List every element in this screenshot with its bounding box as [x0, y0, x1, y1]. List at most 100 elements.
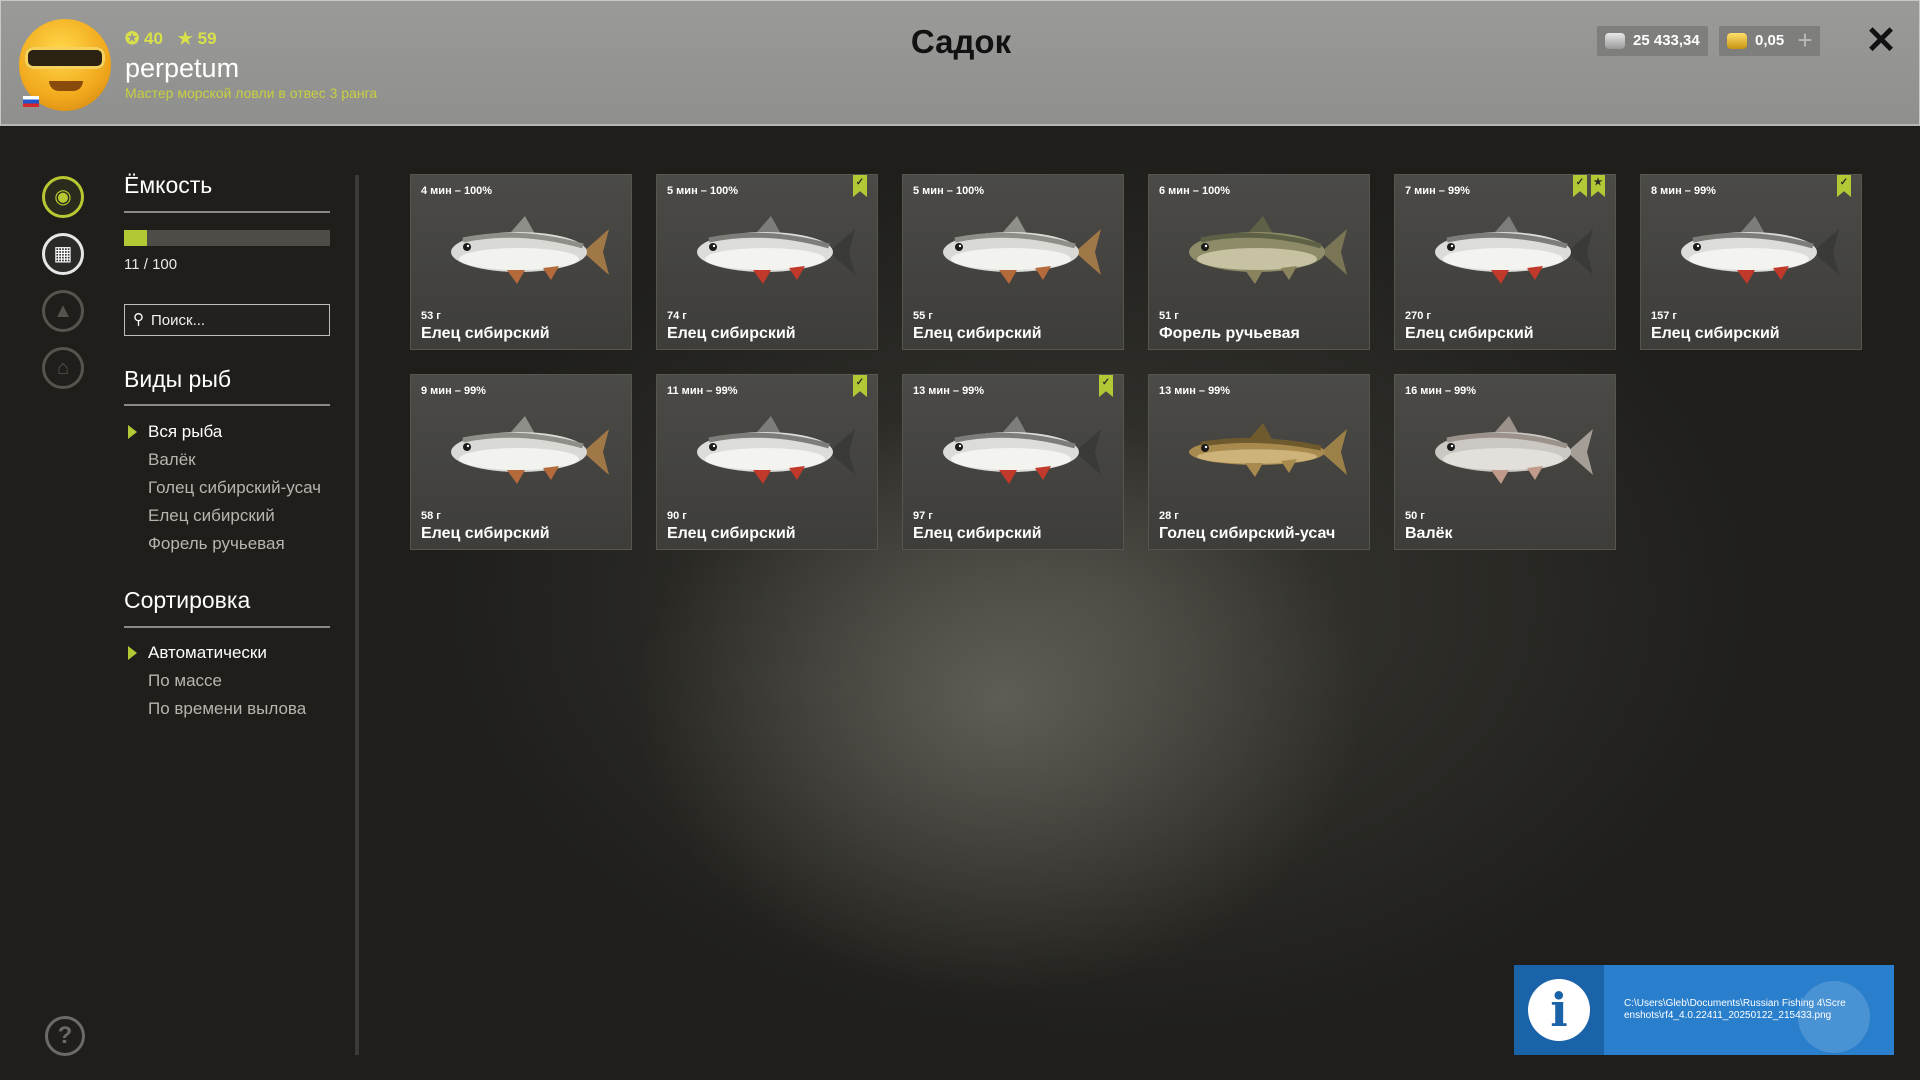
fish-name: Елец сибирский	[1651, 325, 1780, 342]
fish-weight: 90 г	[667, 510, 687, 522]
sort-title: Сортировка	[124, 587, 251, 613]
species-option-valek[interactable]: Валёк	[148, 450, 196, 470]
fish-image	[943, 416, 1101, 484]
fish-time: 8 мин – 99%	[1651, 185, 1716, 197]
fish-card[interactable]: 5 мин – 100% 55 г Елец сибирский	[902, 174, 1124, 350]
camp-tab-icon[interactable]: ▲	[42, 290, 84, 332]
fish-time: 13 мин – 99%	[913, 385, 985, 397]
add-gold-button[interactable]: +	[1790, 26, 1820, 56]
fish-name: Голец сибирский-усач	[1159, 525, 1336, 542]
cursor-watermark-icon	[1798, 981, 1870, 1053]
fish-name: Форель ручьевая	[1159, 325, 1300, 342]
fish-name: Елец сибирский	[421, 325, 550, 342]
fish-card[interactable]: 7 мин – 99% 270 г Елец сибирский ✓ ★	[1394, 174, 1616, 350]
fish-time: 11 мин – 99%	[667, 385, 738, 397]
keepnet-tab-icon[interactable]: ▦	[42, 233, 84, 275]
keepnet-icon: ▦	[53, 243, 73, 265]
fish-weight: 74 г	[667, 310, 687, 322]
sort-option-auto[interactable]: Автоматически	[148, 643, 267, 663]
fish-image	[451, 416, 609, 484]
fish-name: Елец сибирский	[913, 525, 1042, 542]
species-divider	[124, 404, 330, 406]
capacity-fill	[124, 230, 147, 246]
fish-card[interactable]: 6 мин – 100% 51 г Форель ручьевая	[1148, 174, 1370, 350]
check-bookmark-icon[interactable]: ✓	[853, 175, 867, 197]
species-option-golets[interactable]: Голец сибирский-усач	[148, 478, 321, 498]
fish-name: Елец сибирский	[667, 325, 796, 342]
fish-time: 5 мин – 100%	[913, 185, 985, 197]
check-bookmark-icon[interactable]: ✓	[1837, 175, 1851, 197]
sort-option-time[interactable]: По времени вылова	[148, 699, 306, 719]
silver-balance: 25 433,34	[1597, 26, 1708, 56]
fish-card[interactable]: 4 мин – 100% 53 г Елец сибирский	[410, 174, 632, 350]
fish-card[interactable]: 11 мин – 99% 90 г Елец сибирский ✓	[656, 374, 878, 550]
fish-icon: ◉	[54, 186, 72, 208]
player-rank-title: Мастер морской ловли в отвес 3 ранга	[125, 85, 378, 101]
fish-card[interactable]: 9 мин – 99% 58 г Елец сибирский	[410, 374, 632, 550]
check-bookmark-icon[interactable]: ✓	[1573, 175, 1587, 197]
fish-card[interactable]: 13 мин – 99% 97 г Елец сибирский ✓	[902, 374, 1124, 550]
gold-amount: 0,05	[1755, 32, 1785, 49]
panel-divider	[355, 175, 359, 1055]
species-option-elets[interactable]: Елец сибирский	[148, 506, 275, 526]
fish-card[interactable]: 13 мин – 99% 28 г Голец сибирский-усач	[1148, 374, 1370, 550]
avatar-mouth	[49, 81, 83, 91]
sort-divider	[124, 626, 330, 628]
capacity-bar	[124, 230, 330, 246]
fish-image	[451, 216, 609, 284]
fish-name: Валёк	[1405, 525, 1453, 542]
fish-time: 6 мин – 100%	[1159, 185, 1231, 197]
gold-balance: 0,05	[1719, 26, 1793, 56]
fish-tab-icon[interactable]: ◉	[42, 176, 84, 218]
species-option-forel[interactable]: Форель ручьевая	[148, 534, 285, 554]
fish-weight: 50 г	[1405, 510, 1425, 522]
fish-image	[1435, 216, 1593, 284]
fish-weight: 58 г	[421, 510, 441, 522]
capacity-count: 11 / 100	[124, 256, 178, 273]
capacity-divider	[124, 211, 330, 213]
fish-time: 7 мин – 99%	[1405, 185, 1470, 197]
fish-image	[697, 416, 855, 484]
info-icon: i	[1528, 979, 1590, 1041]
fish-weight: 55 г	[913, 310, 933, 322]
silver-coin-icon	[1605, 33, 1625, 49]
capacity-title: Ёмкость	[124, 172, 213, 198]
fish-name: Елец сибирский	[667, 525, 796, 542]
search-input[interactable]	[151, 309, 323, 331]
check-icon: ✓	[1839, 177, 1849, 188]
fish-weight: 97 г	[913, 510, 933, 522]
sort-option-weight[interactable]: По массе	[148, 671, 222, 691]
fish-time: 4 мин – 100%	[421, 185, 493, 197]
fish-weight: 28 г	[1159, 510, 1179, 522]
species-selected-arrow-icon	[128, 425, 137, 439]
favorite-bookmark-icon[interactable]: ★	[1591, 175, 1605, 197]
search-box[interactable]: ⚲	[124, 304, 330, 336]
check-bookmark-icon[interactable]: ✓	[1099, 375, 1113, 397]
camp-icon: ▲	[53, 300, 73, 322]
top-bar: ✪ 40 ★ 59 perpetum Мастер морской ловли …	[0, 0, 1920, 126]
fish-card[interactable]: 8 мин – 99% 157 г Елец сибирский ✓	[1640, 174, 1862, 350]
check-bookmark-icon[interactable]: ✓	[853, 375, 867, 397]
check-icon: ✓	[1575, 177, 1585, 188]
fish-name: Елец сибирский	[421, 525, 550, 542]
sort-selected-arrow-icon	[128, 646, 137, 660]
fish-card[interactable]: 16 мин – 99% 50 г Валёк	[1394, 374, 1616, 550]
notification-icon-box: i	[1514, 965, 1604, 1055]
fish-weight: 270 г	[1405, 310, 1431, 322]
fish-image	[1681, 216, 1839, 284]
fish-time: 16 мин – 99%	[1405, 385, 1477, 397]
search-icon: ⚲	[133, 311, 144, 328]
fish-name: Елец сибирский	[1405, 325, 1534, 342]
fish-time: 13 мин – 99%	[1159, 385, 1231, 397]
fish-weight: 157 г	[1651, 310, 1677, 322]
home-tab-icon[interactable]: ⌂	[42, 347, 84, 389]
help-icon[interactable]: ?	[45, 1016, 85, 1056]
fish-time: 5 мин – 100%	[667, 185, 739, 197]
silver-amount: 25 433,34	[1633, 32, 1700, 49]
fish-image	[1435, 416, 1593, 484]
fish-card[interactable]: 5 мин – 100% 74 г Елец сибирский ✓	[656, 174, 878, 350]
screenshot-notification[interactable]: i C:\Users\Gleb\Documents\Russian Fishin…	[1514, 965, 1894, 1055]
fish-image	[1189, 423, 1347, 477]
close-button[interactable]: ✕	[1863, 21, 1899, 61]
species-option-all[interactable]: Вся рыба	[148, 422, 222, 442]
